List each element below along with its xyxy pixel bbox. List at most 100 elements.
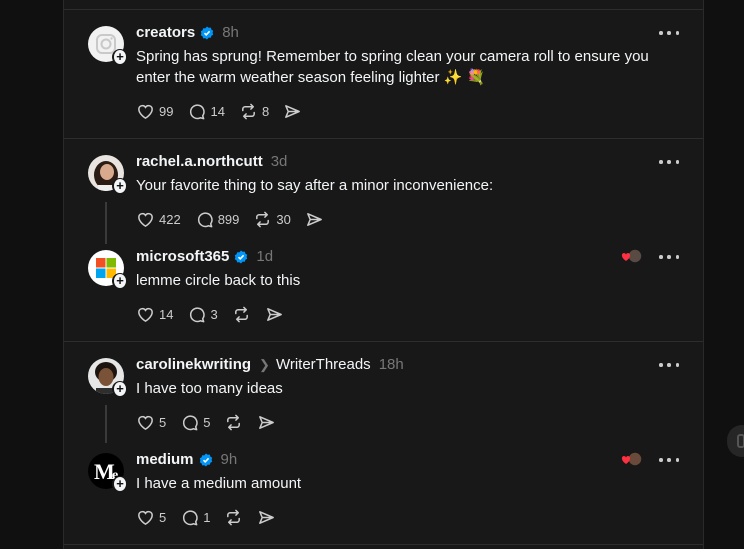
more-options-icon[interactable]: [659, 29, 679, 37]
timestamp: 18h: [378, 356, 404, 373]
post-header: carolinekwriting ❯ WriterThreads 18h: [136, 356, 404, 373]
heart-icon: [138, 510, 153, 526]
post-text: I have too many ideas: [136, 380, 283, 397]
share-icon: [266, 308, 282, 321]
share-icon: [285, 105, 301, 118]
follow-plus-icon[interactable]: +: [112, 381, 128, 397]
comment-icon: [197, 212, 213, 228]
verified-badge-icon: [201, 26, 214, 39]
post-header: creators 8h: [136, 24, 239, 41]
like-count: 99: [159, 104, 174, 119]
more-options-icon[interactable]: [659, 361, 679, 369]
post-actions: 14 3: [136, 305, 298, 324]
timestamp: 3d: [270, 153, 288, 170]
like-count: 5: [159, 415, 167, 430]
heart-icon: [138, 415, 153, 431]
post-actions: 422 899 30: [136, 210, 338, 229]
repost-icon: [256, 211, 270, 228]
username[interactable]: rachel.a.northcutt: [136, 153, 263, 170]
share-button[interactable]: [265, 305, 284, 324]
divider: [64, 9, 703, 10]
follow-plus-icon[interactable]: +: [112, 273, 128, 289]
threads-feed: + creators 8h Spring has sprung! Remembe…: [63, 0, 704, 549]
liked-by-avatar-icon[interactable]: [621, 248, 643, 264]
follow-plus-icon[interactable]: +: [112, 49, 128, 65]
reply-button[interactable]: 1: [180, 508, 210, 527]
like-button[interactable]: 14: [136, 305, 173, 324]
post-actions: 5 5: [136, 413, 290, 432]
repost-button[interactable]: [224, 508, 243, 527]
more-options-icon[interactable]: [659, 158, 679, 166]
reply-count: 899: [217, 212, 240, 227]
chevron-right-icon: ❯: [259, 356, 270, 372]
timestamp: 9h: [220, 451, 238, 468]
reply-count: 14: [210, 104, 225, 119]
post-header: microsoft365 1d: [136, 248, 273, 265]
like-button[interactable]: 5: [136, 508, 166, 527]
repost-button[interactable]: 8: [239, 102, 269, 121]
share-button[interactable]: [283, 102, 302, 121]
like-count: 5: [159, 510, 167, 525]
sidebar-toggle-icon[interactable]: [727, 425, 744, 457]
divider: [64, 341, 703, 342]
repost-count: 30: [276, 212, 291, 227]
thread-line: [105, 405, 107, 443]
thread-line: [105, 202, 107, 244]
repost-icon: [227, 414, 241, 431]
post-header: medium 9h: [136, 451, 237, 468]
repost-button[interactable]: 30: [253, 210, 291, 229]
reply-button[interactable]: 899: [195, 210, 240, 229]
repost-count: 8: [261, 104, 270, 119]
avatar[interactable]: +: [88, 155, 128, 194]
repost-button[interactable]: [232, 305, 251, 324]
avatar[interactable]: M e +: [88, 453, 128, 492]
username[interactable]: microsoft365: [136, 248, 229, 265]
heart-icon: [138, 104, 153, 120]
username[interactable]: medium: [136, 451, 194, 468]
avatar[interactable]: +: [88, 26, 128, 65]
more-options-icon[interactable]: [659, 456, 679, 464]
reply-button[interactable]: 3: [187, 305, 218, 324]
share-button[interactable]: [257, 508, 276, 527]
timestamp: 1d: [256, 248, 274, 265]
post-actions: 5 1: [136, 508, 290, 527]
repost-icon: [241, 103, 255, 120]
post-text: Your favorite thing to say after a minor…: [136, 177, 494, 194]
share-icon: [306, 213, 322, 226]
share-button[interactable]: [257, 413, 276, 432]
post-text: I have a medium amount: [136, 475, 302, 492]
more-options-icon[interactable]: [659, 253, 679, 261]
avatar[interactable]: +: [88, 358, 128, 397]
username[interactable]: carolinekwriting: [136, 356, 251, 373]
comment-icon: [183, 510, 198, 526]
reply-count: 5: [203, 415, 211, 430]
reply-count: 1: [203, 510, 211, 525]
like-button[interactable]: 5: [136, 413, 166, 432]
avatar[interactable]: +: [88, 250, 128, 289]
username[interactable]: creators: [136, 24, 195, 41]
like-count: 422: [159, 212, 181, 227]
repost-button[interactable]: [224, 413, 243, 432]
comment-icon: [190, 104, 206, 120]
comment-icon: [183, 415, 198, 431]
share-icon: [259, 511, 275, 524]
like-button[interactable]: 422: [136, 210, 181, 229]
liked-by-avatar-icon[interactable]: [621, 451, 643, 467]
reply-button[interactable]: 5: [180, 413, 210, 432]
heart-icon: [138, 307, 153, 323]
like-count: 14: [159, 307, 174, 322]
follow-plus-icon[interactable]: +: [112, 178, 128, 194]
community-name[interactable]: WriterThreads: [276, 356, 371, 373]
post-actions: 99 14 8: [136, 102, 316, 121]
share-button[interactable]: [305, 210, 324, 229]
post-text: lemme circle back to this: [136, 272, 301, 289]
divider: [64, 138, 703, 139]
follow-plus-icon[interactable]: +: [112, 476, 128, 492]
heart-icon: [138, 212, 153, 228]
reply-button[interactable]: 14: [187, 102, 225, 121]
timestamp: 8h: [222, 24, 239, 41]
verified-badge-icon: [199, 453, 212, 466]
like-button[interactable]: 99: [136, 102, 173, 121]
comment-icon: [190, 307, 206, 323]
post-header: rachel.a.northcutt 3d: [136, 153, 287, 170]
